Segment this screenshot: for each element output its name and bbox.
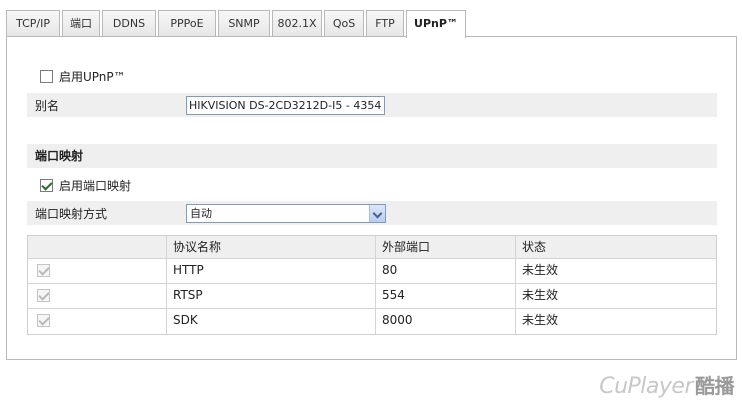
- port-cell: 554: [375, 284, 515, 308]
- table-row: HTTP 80 未生效: [28, 259, 716, 284]
- table-row: RTSP 554 未生效: [28, 284, 716, 309]
- tab-qos[interactable]: QoS: [324, 10, 364, 37]
- tab-upnp[interactable]: UPnP™: [406, 10, 466, 38]
- protocol-cell: SDK: [166, 309, 375, 334]
- port-mapping-title: 端口映射: [35, 149, 84, 163]
- tab-pppoe[interactable]: PPPoE: [158, 10, 216, 37]
- protocol-cell: RTSP: [166, 284, 375, 308]
- table-header-row: 协议名称 外部端口 状态: [28, 236, 716, 259]
- mapping-mode-value: 自动: [190, 207, 212, 220]
- port-mapping-section-header: [27, 144, 717, 168]
- header-protocol: 协议名称: [166, 236, 375, 258]
- watermark-text: CuPlayer: [599, 374, 693, 399]
- status-cell: 未生效: [515, 284, 716, 308]
- header-status: 状态: [515, 236, 716, 258]
- mapping-mode-label: 端口映射方式: [35, 207, 108, 221]
- tab-ddns[interactable]: DDNS: [102, 10, 156, 37]
- tab-8021x[interactable]: 802.1X: [272, 10, 322, 37]
- header-external-port: 外部端口: [375, 236, 515, 258]
- port-mapping-table: 协议名称 外部端口 状态 HTTP 80 未生效 RTSP 554 未生效 SD…: [27, 235, 717, 335]
- enable-port-mapping-checkbox[interactable]: [40, 179, 53, 192]
- status-cell: 未生效: [515, 259, 716, 283]
- alias-label: 别名: [35, 99, 60, 113]
- table-row: SDK 8000 未生效: [28, 309, 716, 334]
- port-cell: 80: [375, 259, 515, 283]
- enable-port-mapping-label: 启用端口映射: [59, 179, 132, 193]
- chevron-down-icon[interactable]: [369, 205, 385, 222]
- status-cell: 未生效: [515, 309, 716, 334]
- protocol-cell: HTTP: [166, 259, 375, 283]
- tab-port[interactable]: 端口: [62, 10, 100, 37]
- row-checkbox-rtsp[interactable]: [37, 289, 50, 302]
- cuplayer-watermark: CuPlayer 酷播: [599, 370, 734, 399]
- enable-upnp-label: 启用UPnP™: [59, 70, 126, 84]
- tab-snmp[interactable]: SNMP: [218, 10, 270, 37]
- row-checkbox-http[interactable]: [37, 264, 50, 277]
- enable-upnp-checkbox[interactable]: [40, 70, 53, 83]
- alias-input[interactable]: HIKVISION DS-2CD3212D-I5 - 4354: [186, 96, 385, 115]
- row-checkbox-sdk[interactable]: [37, 314, 50, 327]
- port-cell: 8000: [375, 309, 515, 334]
- tab-tcpip[interactable]: TCP/IP: [6, 10, 60, 37]
- tab-ftp[interactable]: FTP: [366, 10, 404, 37]
- watermark-cn: 酷播: [695, 374, 735, 398]
- header-select: [28, 236, 166, 258]
- mapping-mode-select[interactable]: 自动: [186, 204, 386, 223]
